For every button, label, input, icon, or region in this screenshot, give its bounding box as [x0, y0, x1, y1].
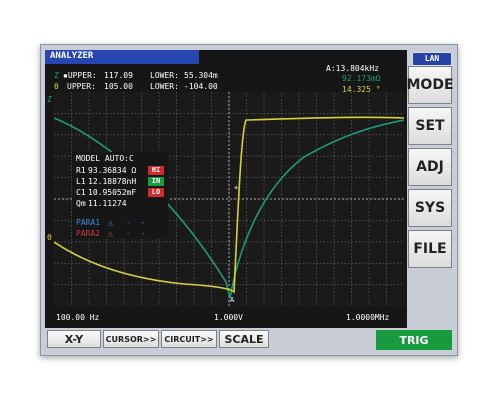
- z-upper-label: ▪UPPER:: [63, 71, 97, 80]
- param-r1-value: 93.36834 Ω: [88, 166, 137, 175]
- model-title: MODEL AUTO:C: [76, 154, 134, 163]
- param-l1-label: L1: [76, 177, 86, 186]
- cursor-z-value: 92.173mΩ: [342, 74, 381, 83]
- z-lower-value: 55.304m: [184, 71, 218, 80]
- param-r1-judge-badge: HI: [148, 166, 164, 175]
- para2-label: PARA2: [76, 229, 101, 238]
- circuit-menu-button[interactable]: CIRCUIT>>: [161, 330, 217, 348]
- theta-marker: θ: [54, 82, 59, 91]
- param-qm-value: 11.11274: [88, 199, 127, 208]
- plot-theta-axis-marker: θ: [47, 233, 52, 242]
- mode-softkey[interactable]: MODE: [406, 66, 454, 104]
- theta-lower-value: -104.00: [184, 82, 218, 91]
- param-c1-label: C1: [76, 188, 86, 197]
- para1-value: - -: [126, 218, 146, 227]
- theta-upper-value: 105.00: [104, 82, 133, 91]
- file-softkey[interactable]: FILE: [408, 230, 452, 268]
- param-l1-value: 12.18878nH: [88, 177, 137, 186]
- set-softkey[interactable]: SET: [408, 107, 452, 145]
- para2-symbol: △: [108, 229, 113, 238]
- sys-softkey[interactable]: SYS: [408, 189, 452, 227]
- para2-value: - -: [126, 229, 146, 238]
- xy-button[interactable]: X-Y: [47, 330, 101, 348]
- param-c1-value: 10.95052mF: [88, 188, 137, 197]
- title-bar-right: [199, 50, 407, 64]
- param-l1-judge-badge: IN: [148, 177, 164, 186]
- scale-button[interactable]: SCALE: [219, 330, 269, 348]
- param-c1-judge-badge: LO: [148, 188, 164, 197]
- param-qm-label: Qm: [76, 199, 86, 208]
- z-upper-value: 117.09: [104, 71, 133, 80]
- window-title: ANALYZER: [50, 51, 94, 61]
- x-axis-start-label: 100.00 Hz: [56, 313, 100, 322]
- adj-softkey[interactable]: ADJ: [408, 148, 452, 186]
- trigger-button[interactable]: TRIG: [376, 330, 452, 350]
- x-axis-end-label: 1.0000MHz: [346, 313, 390, 322]
- cursor-menu-button[interactable]: CURSOR>>: [103, 330, 159, 348]
- cursor-tick: +: [234, 184, 238, 192]
- x-axis-level-label: 1.000V: [214, 313, 243, 322]
- cursor-frequency: A:13.804kHz: [326, 64, 379, 73]
- para1-symbol: △: [108, 218, 113, 227]
- plot-z-axis-marker: Z: [47, 95, 52, 104]
- theta-lower-label: LOWER:: [150, 82, 179, 91]
- lan-badge: LAN: [412, 52, 452, 66]
- param-r1-label: R1: [76, 166, 86, 175]
- z-marker: Z: [54, 71, 59, 80]
- para1-label: PARA1: [76, 218, 101, 227]
- z-lower-label: LOWER:: [150, 71, 179, 80]
- theta-upper-label: UPPER:: [67, 82, 96, 91]
